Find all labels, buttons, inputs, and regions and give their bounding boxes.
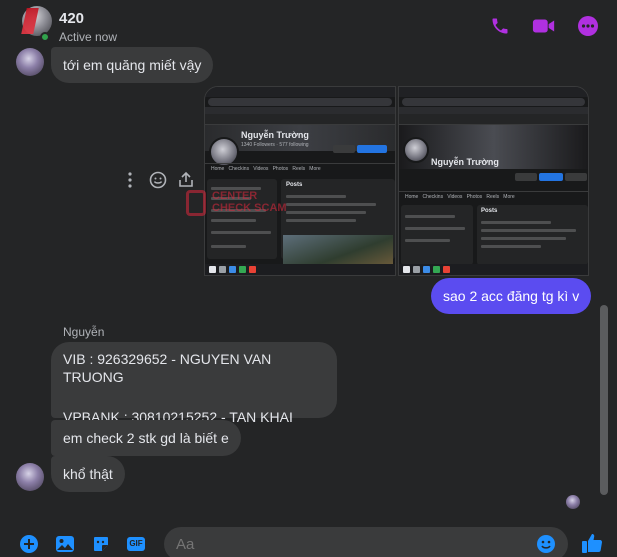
message-bubble-outgoing[interactable]: sao 2 acc đăng tg kì v: [431, 278, 592, 314]
watermark-line-1: CENTER: [212, 190, 258, 202]
contact-name[interactable]: 420: [59, 10, 84, 27]
bank-line-vib: VIB : 926329652 - NGUYEN VAN TRUONG: [63, 351, 272, 385]
emoji-icon[interactable]: [536, 534, 556, 554]
seen-receipt-avatar: [566, 495, 580, 509]
profile-subtitle-left: 1340 Followers · 577 following: [241, 142, 309, 148]
message-bubble-bank-info[interactable]: VIB : 926329652 - NGUYEN VAN TRUONG VPBA…: [51, 342, 337, 443]
message-bubble-incoming[interactable]: khổ thật: [51, 456, 125, 492]
gif-icon[interactable]: GIF: [126, 534, 146, 554]
more-options-icon[interactable]: [120, 170, 140, 190]
message-input[interactable]: [164, 527, 568, 557]
profile-name-left: Nguyễn Trường: [241, 130, 309, 140]
watermark-lock-icon: [186, 190, 206, 216]
contact-avatar-small[interactable]: [16, 48, 44, 76]
online-status-dot: [40, 32, 50, 42]
share-icon[interactable]: [176, 170, 196, 190]
profile-name-right: Nguyễn Trường: [431, 157, 499, 167]
gif-label: GIF: [127, 537, 145, 551]
posts-label-left: Posts: [286, 182, 303, 188]
sender-name: Nguyễn: [63, 325, 105, 339]
video-camera-icon[interactable]: [532, 14, 556, 38]
attachment-image-left[interactable]: Nguyễn Trường 1340 Followers · 577 follo…: [204, 86, 396, 276]
image-icon[interactable]: [55, 534, 75, 554]
plus-icon[interactable]: [19, 534, 39, 554]
message-bubble-incoming[interactable]: tới em quăng miết vậy: [51, 47, 214, 83]
posts-label-right: Posts: [481, 208, 498, 214]
chat-header: 420 Active now: [0, 0, 617, 48]
attachment-image-right[interactable]: Nguyễn Trường Home Checkins Videos Photo…: [398, 86, 589, 276]
react-emoji-icon[interactable]: [148, 170, 168, 190]
contact-avatar-small[interactable]: [16, 463, 44, 491]
contact-avatar[interactable]: [22, 6, 52, 36]
info-icon[interactable]: [576, 14, 600, 38]
thumbs-up-icon[interactable]: [580, 531, 604, 555]
phone-icon[interactable]: [488, 14, 512, 38]
message-bubble-incoming[interactable]: em check 2 stk gd là biết e: [51, 420, 241, 456]
contact-status: Active now: [59, 30, 118, 44]
watermark-text: CENTER CHECK SCAM: [212, 190, 287, 214]
watermark-line-2: CHECK SCAM: [212, 202, 287, 214]
sticker-icon[interactable]: [91, 534, 111, 554]
scrollbar-thumb[interactable]: [600, 305, 608, 495]
